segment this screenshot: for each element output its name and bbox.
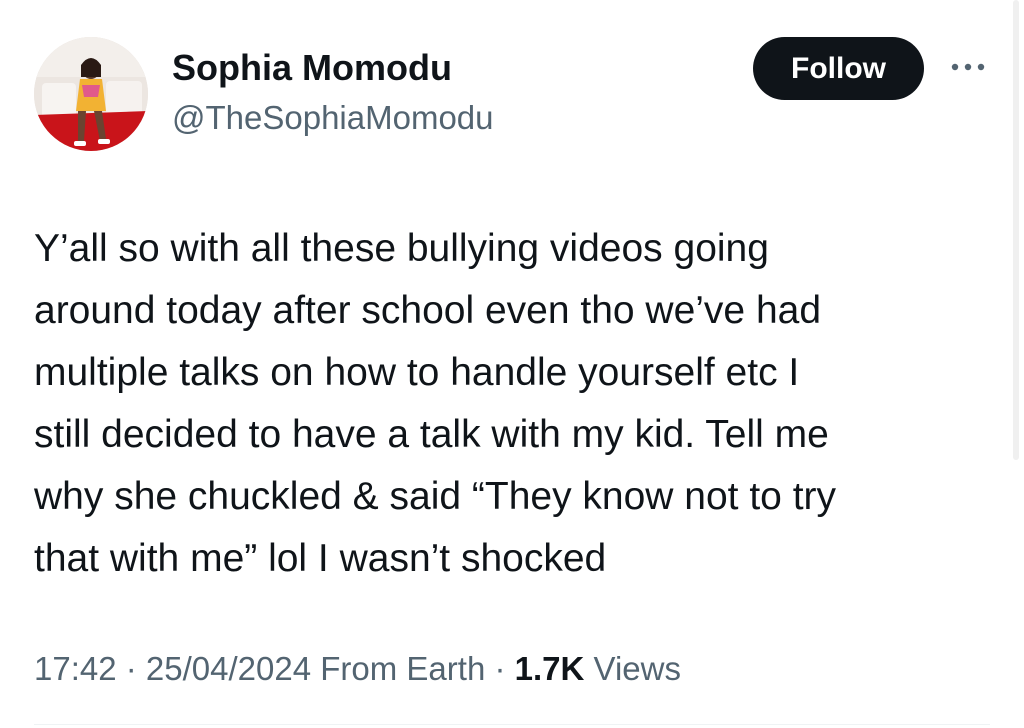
display-name[interactable]: Sophia Momodu <box>172 45 452 91</box>
scrollbar[interactable] <box>1013 0 1019 460</box>
meta-separator: · <box>485 650 515 687</box>
tweet-date[interactable]: 25/04/2024 <box>146 650 311 687</box>
avatar-photo <box>34 37 148 151</box>
user-handle[interactable]: @TheSophiaMomodu <box>172 96 494 140</box>
meta-separator: · <box>116 650 146 687</box>
tweet-metadata: 17:42 · 25/04/2024 From Earth · 1.7K Vie… <box>34 646 681 692</box>
tweet-text: Y’all so with all these bullying videos … <box>34 227 837 580</box>
follow-button-label: Follow <box>791 51 886 85</box>
tweet-time[interactable]: 17:42 <box>34 650 117 687</box>
views-count[interactable]: 1.7K <box>515 650 585 687</box>
more-horizontal-icon <box>951 63 985 71</box>
divider <box>34 724 990 725</box>
tweet-card: Sophia Momodu @TheSophiaMomodu Follow Y’… <box>0 0 1024 728</box>
avatar[interactable] <box>34 37 148 151</box>
follow-button[interactable]: Follow <box>753 37 924 100</box>
more-options-button[interactable] <box>946 52 990 82</box>
views-label: Views <box>593 650 681 687</box>
tweet-source: From Earth <box>320 650 486 687</box>
